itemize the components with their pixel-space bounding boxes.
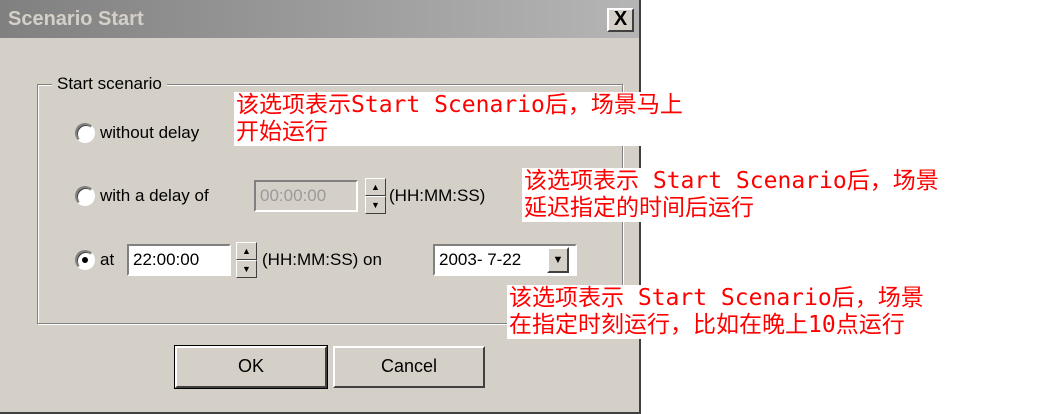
annotation-line: 延迟指定的时间后运行 [524, 195, 754, 221]
at-format-label: (HH:MM:SS) on [262, 250, 382, 269]
annotation-without-delay: 该选项表示Start Scenario后，场景马上 开始运行 [234, 92, 685, 146]
annotation-line: 该选项表示 Start Scenario后，场景 [509, 285, 924, 311]
spin-up-icon[interactable]: ▲ [236, 242, 257, 260]
at-time-spinner[interactable]: ▲ ▼ [236, 242, 257, 278]
chevron-down-icon[interactable]: ▼ [547, 247, 569, 273]
without-delay-label: without delay [100, 123, 200, 142]
delay-time-spinner[interactable]: ▲ ▼ [365, 178, 386, 214]
at-label: at [100, 250, 115, 269]
group-label: Start scenario [52, 74, 167, 94]
delay-time-input[interactable]: 00:00:00 [254, 180, 358, 212]
radio-at-time[interactable] [75, 250, 95, 270]
annotation-with-delay: 该选项表示 Start Scenario后，场景 延迟指定的时间后运行 [522, 168, 941, 222]
spin-up-icon[interactable]: ▲ [365, 178, 386, 196]
annotation-at-time: 该选项表示 Start Scenario后，场景 在指定时刻运行，比如在晚上10… [507, 285, 926, 339]
with-delay-label: with a delay of [100, 186, 209, 205]
close-icon: X [613, 8, 628, 30]
spin-down-icon[interactable]: ▼ [236, 260, 257, 278]
title-bar[interactable]: Scenario Start X [0, 0, 639, 38]
close-button[interactable]: X [607, 8, 634, 32]
annotation-line: 该选项表示 Start Scenario后，场景 [524, 168, 939, 194]
radio-with-delay[interactable] [75, 186, 95, 206]
radio-without-delay[interactable] [75, 123, 95, 143]
annotation-line: 在指定时刻运行，比如在晚上10点运行 [509, 312, 905, 338]
annotation-line: 开始运行 [236, 119, 328, 145]
dialog-title: Scenario Start [8, 8, 144, 30]
cancel-button[interactable]: Cancel [333, 346, 485, 388]
annotation-line: 该选项表示Start Scenario后，场景马上 [236, 92, 683, 118]
at-time-input[interactable]: 22:00:00 [127, 244, 231, 276]
radio-selected-dot [82, 257, 88, 263]
ok-button[interactable]: OK [174, 345, 328, 389]
spin-down-icon[interactable]: ▼ [365, 196, 386, 214]
delay-format-label: (HH:MM:SS) [389, 186, 486, 205]
